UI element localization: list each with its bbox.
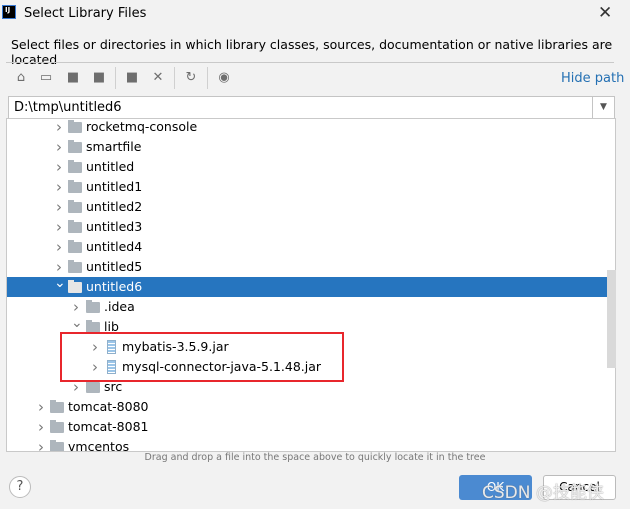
new-folder-icon[interactable]: ■: [124, 70, 140, 86]
chevron-right-icon[interactable]: ›: [36, 397, 46, 417]
delete-icon[interactable]: ✕: [150, 70, 166, 86]
file-tree[interactable]: › rocketmq-console › smartfile › untitled › unt…: [6, 118, 616, 452]
window-title: Select Library Files: [24, 6, 147, 21]
tree-item[interactable]: › vmcentos: [7, 437, 607, 452]
tree-item-label: untitled1: [86, 179, 143, 194]
module-folder-icon[interactable]: ■: [91, 70, 107, 86]
folder-icon: [68, 260, 82, 273]
folder-icon: [50, 420, 64, 433]
project-folder-icon[interactable]: ■: [65, 70, 81, 86]
folder-icon: [68, 240, 82, 253]
tree-item-label: rocketmq-console: [86, 119, 198, 134]
folder-icon: [68, 120, 82, 133]
folder-icon: [50, 440, 64, 451]
chevron-right-icon[interactable]: ›: [54, 237, 64, 257]
desktop-icon[interactable]: ▭: [38, 70, 54, 86]
folder-icon: [86, 300, 100, 313]
chevron-right-icon[interactable]: ›: [36, 417, 46, 437]
divider: [6, 62, 614, 63]
chevron-down-icon[interactable]: ▼: [592, 97, 614, 118]
hide-path-link[interactable]: Hide path: [561, 71, 624, 86]
tree-item-label: untitled6: [86, 279, 143, 294]
tree-item[interactable]: › untitled1: [7, 177, 607, 197]
close-icon[interactable]: ✕: [598, 3, 612, 23]
app-logo: IJ: [2, 5, 16, 19]
tree-item[interactable]: › tomcat-8080: [7, 397, 607, 417]
help-button[interactable]: ?: [9, 476, 31, 498]
chevron-right-icon[interactable]: ›: [54, 217, 64, 237]
folder-icon: [50, 400, 64, 413]
show-hidden-icon[interactable]: ◉: [216, 70, 232, 86]
tree-item[interactable]: › untitled5: [7, 257, 607, 277]
refresh-icon[interactable]: ↻: [183, 70, 199, 86]
folder-icon: [68, 160, 82, 173]
tree-item-label: smartfile: [86, 139, 142, 154]
tree-item[interactable]: › rocketmq-console: [7, 119, 607, 137]
highlight-box: [60, 332, 344, 382]
chevron-right-icon[interactable]: ›: [54, 197, 64, 217]
chevron-down-icon[interactable]: ⌄: [71, 313, 83, 333]
tree-item-label: .idea: [104, 299, 135, 314]
ok-button[interactable]: OK: [459, 475, 532, 500]
tree-item-label: untitled3: [86, 219, 143, 234]
tree-item-label: untitled2: [86, 199, 143, 214]
chevron-right-icon[interactable]: ›: [54, 177, 64, 197]
folder-icon: [68, 220, 82, 233]
drag-drop-hint: Drag and drop a file into the space abov…: [144, 452, 486, 463]
tree-item[interactable]: ⌄ untitled6: [7, 275, 607, 297]
chevron-right-icon[interactable]: ›: [54, 119, 64, 137]
chevron-right-icon[interactable]: ›: [36, 437, 46, 451]
tree-item-label: untitled: [86, 159, 135, 174]
tree-item[interactable]: › untitled3: [7, 217, 607, 237]
tree-item[interactable]: › untitled4: [7, 237, 607, 257]
toolbar-separator: [115, 67, 116, 89]
chevron-down-icon[interactable]: ⌄: [54, 273, 66, 293]
cancel-button[interactable]: Cancel: [543, 475, 616, 500]
tree-item-label: vmcentos: [68, 439, 130, 452]
folder-icon: [68, 140, 82, 153]
tree-item-label: untitled5: [86, 259, 143, 274]
folder-icon: [68, 280, 82, 293]
chevron-right-icon[interactable]: ›: [54, 157, 64, 177]
path-input[interactable]: [14, 100, 584, 115]
tree-item[interactable]: › tomcat-8081: [7, 417, 607, 437]
chevron-right-icon[interactable]: ›: [54, 137, 64, 157]
tree-item-label: tomcat-8081: [68, 419, 149, 434]
folder-icon: [68, 200, 82, 213]
tree-item[interactable]: › smartfile: [7, 137, 607, 157]
folder-icon: [86, 380, 100, 393]
path-combobox[interactable]: ▼: [8, 96, 615, 119]
scrollbar-thumb[interactable]: [607, 270, 616, 368]
tree-item-label: tomcat-8080: [68, 399, 149, 414]
toolbar-separator: [207, 67, 208, 89]
folder-icon: [68, 180, 82, 193]
home-icon[interactable]: ⌂: [13, 70, 29, 86]
tree-item[interactable]: › .idea: [7, 297, 607, 317]
tree-item-label: untitled4: [86, 239, 143, 254]
tree-item[interactable]: › untitled2: [7, 197, 607, 217]
tree-item[interactable]: › untitled: [7, 157, 607, 177]
toolbar-separator: [174, 67, 175, 89]
